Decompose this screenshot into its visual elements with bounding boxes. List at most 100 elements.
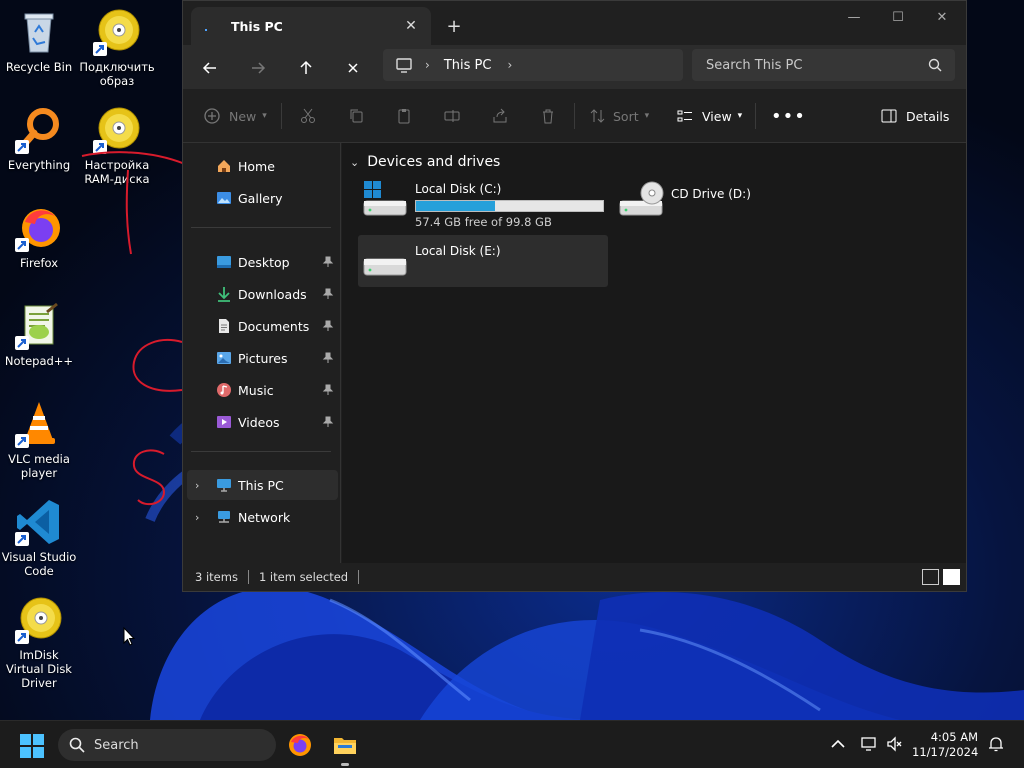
tab-this-pc[interactable]: This PC ✕ <box>191 7 431 45</box>
pin-icon[interactable] <box>322 320 334 332</box>
minimize-button[interactable]: — <box>831 1 877 33</box>
share-icon <box>493 108 507 123</box>
rename-button[interactable] <box>443 105 461 127</box>
copy-button[interactable] <box>347 105 365 127</box>
desktop-icon-notepadpp[interactable]: Notepad++ <box>1 302 77 368</box>
nav-item-this-pc[interactable]: › This PC <box>187 470 338 500</box>
back-button[interactable] <box>195 53 225 83</box>
desktop-icon-vlc[interactable]: VLC media player <box>1 400 77 480</box>
forward-button[interactable] <box>243 53 273 83</box>
shortcut-arrow-icon <box>15 630 29 644</box>
up-button[interactable] <box>291 53 321 83</box>
title-bar[interactable]: This PC ✕ + — ☐ ✕ <box>183 1 966 45</box>
notifications-button[interactable] <box>987 735 1007 755</box>
scissors-icon <box>301 108 315 123</box>
content-pane[interactable]: ⌄ Devices and drives Local Disk (C:) 57.… <box>342 143 966 563</box>
details-pane-button[interactable]: Details <box>880 105 949 127</box>
taskbar-search-box[interactable]: Search <box>58 729 276 761</box>
breadcrumb-this-pc[interactable]: This PC <box>444 58 492 73</box>
divider <box>358 570 360 584</box>
system-clock[interactable]: 4:05 AM 11/17/2024 <box>912 730 978 760</box>
notepad-icon <box>15 302 63 350</box>
taskbar-app-file-explorer[interactable] <box>329 729 361 761</box>
delete-button[interactable] <box>539 105 557 127</box>
drive-name: CD Drive (D:) <box>671 187 751 201</box>
new-button[interactable]: New ▾ <box>203 105 267 127</box>
desktop-icon-firefox[interactable]: Firefox <box>1 204 77 270</box>
group-header-devices-and-drives[interactable]: ⌄ Devices and drives <box>350 154 500 170</box>
details-view-button[interactable] <box>922 569 939 585</box>
nav-item-network[interactable]: › Network <box>187 502 338 532</box>
gallery-icon <box>217 192 231 204</box>
drive-local-disk-c[interactable]: Local Disk (C:) 57.4 GB free of 99.8 GB <box>358 173 608 229</box>
pin-icon[interactable] <box>322 352 334 364</box>
close-tab-icon[interactable]: ✕ <box>397 12 425 40</box>
pictures-icon <box>217 352 231 364</box>
taskbar-app-firefox[interactable] <box>284 729 316 761</box>
network-status-button[interactable] <box>860 735 880 755</box>
pin-icon[interactable] <box>322 384 334 396</box>
nav-label: Network <box>238 509 291 525</box>
nav-item-videos[interactable]: Videos <box>187 407 338 437</box>
desktop-icon-recycle-bin[interactable]: Recycle Bin <box>1 8 77 74</box>
pin-icon[interactable] <box>322 416 334 428</box>
nav-item-music[interactable]: Music <box>187 375 338 405</box>
pin-icon[interactable] <box>322 256 334 268</box>
nav-item-downloads[interactable]: Downloads <box>187 279 338 309</box>
taskbar-search-label: Search <box>94 737 139 753</box>
chevron-right-icon[interactable]: › <box>507 58 512 72</box>
desktop-icon-mount-image[interactable]: Подключить образ <box>79 8 155 88</box>
start-button[interactable] <box>19 733 45 759</box>
chevron-right-icon[interactable]: › <box>195 479 199 492</box>
stop-button[interactable] <box>338 53 368 83</box>
chevron-down-icon: ▾ <box>737 111 743 121</box>
pin-icon[interactable] <box>322 288 334 300</box>
new-tab-button[interactable]: + <box>441 13 467 39</box>
more-options-button[interactable]: ••• <box>771 105 806 127</box>
address-bar[interactable]: › This PC › <box>383 49 683 81</box>
file-explorer-window[interactable]: This PC ✕ + — ☐ ✕ › This PC › Search Thi… <box>182 0 967 592</box>
vscode-icon <box>15 498 63 546</box>
nav-label: This PC <box>238 477 284 493</box>
drive-local-disk-e[interactable]: Local Disk (E:) <box>358 235 608 287</box>
view-label: View <box>702 108 732 124</box>
chevron-down-icon[interactable]: ⌄ <box>350 156 359 169</box>
maximize-button[interactable]: ☐ <box>875 1 921 33</box>
hard-drive-icon <box>363 258 407 276</box>
nav-item-home[interactable]: Home <box>187 151 338 181</box>
desktop-icon-ram-disk-settings[interactable]: Настройка RAM-диска <box>79 106 155 186</box>
nav-item-gallery[interactable]: Gallery <box>187 183 338 213</box>
drive-cd-d[interactable]: CD Drive (D:) <box>614 173 794 225</box>
desktop-icon-imdisk[interactable]: ImDisk Virtual Disk Driver <box>1 596 77 690</box>
search-input[interactable]: Search This PC <box>692 49 955 81</box>
magnifier-icon <box>15 106 63 154</box>
cut-button[interactable] <box>299 105 317 127</box>
desktop-icon-everything[interactable]: Everything <box>1 106 77 172</box>
desktop-icon-vscode[interactable]: Visual Studio Code <box>1 498 77 578</box>
show-hidden-icons-button[interactable] <box>829 735 849 755</box>
sort-button[interactable]: Sort ▾ <box>589 105 649 127</box>
shortcut-arrow-icon <box>93 140 107 154</box>
divider <box>281 103 282 129</box>
chevron-right-icon[interactable]: › <box>195 511 199 524</box>
item-count: 3 items <box>195 570 238 584</box>
shortcut-arrow-icon <box>15 336 29 350</box>
share-button[interactable] <box>491 105 509 127</box>
sort-icon <box>590 109 605 123</box>
selection-count: 1 item selected <box>258 570 349 584</box>
tab-label: This PC <box>231 18 283 34</box>
view-button[interactable]: View ▾ <box>676 105 742 127</box>
monitor-icon <box>396 58 412 73</box>
nav-label: Videos <box>238 414 280 430</box>
chevron-right-icon[interactable]: › <box>425 58 430 72</box>
network-icon <box>218 511 230 523</box>
nav-item-pictures[interactable]: Pictures <box>187 343 338 373</box>
paste-button[interactable] <box>395 105 413 127</box>
nav-item-desktop[interactable]: Desktop <box>187 247 338 277</box>
tiles-view-button[interactable] <box>943 569 960 585</box>
volume-button[interactable] <box>886 735 906 755</box>
nav-label: Gallery <box>238 190 283 206</box>
nav-label: Music <box>238 382 274 398</box>
close-window-button[interactable]: ✕ <box>919 1 965 33</box>
nav-item-documents[interactable]: Documents <box>187 311 338 341</box>
